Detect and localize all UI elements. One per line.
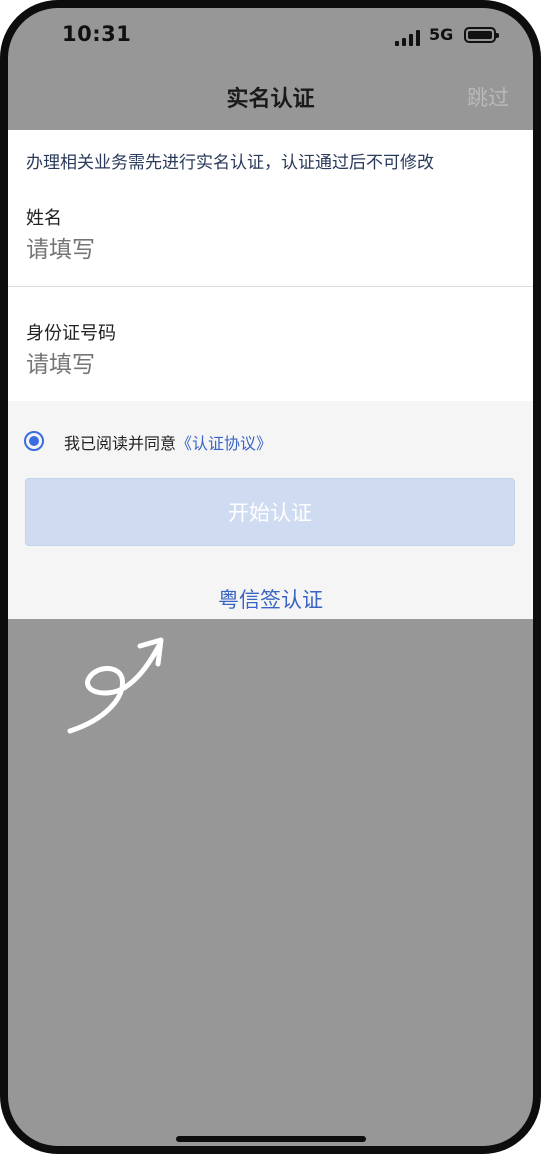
page-title: 实名认证: [226, 87, 315, 112]
identity-form: 办理相关业务需先进行实名认证，认证通过后不可修改 姓名 身份证号码: [8, 130, 533, 401]
agreement-label: 我已阅读并同意: [64, 434, 177, 453]
home-indicator[interactable]: [176, 1136, 366, 1142]
start-verification-button[interactable]: 开始认证: [25, 478, 515, 546]
skip-button[interactable]: 跳过: [467, 82, 509, 112]
agreement-text: 我已阅读并同意《认证协议》: [64, 430, 272, 454]
agreement-link[interactable]: 《认证协议》: [176, 434, 272, 453]
notice-text: 办理相关业务需先进行实名认证，认证通过后不可修改: [26, 153, 434, 173]
nav-bar: 实名认证 跳过: [8, 68, 533, 126]
signal-icon: [395, 30, 421, 46]
name-input[interactable]: [26, 236, 506, 263]
name-label: 姓名: [26, 208, 62, 229]
status-bar: 10:31 5G: [8, 8, 533, 63]
battery-icon: [464, 27, 499, 43]
yuexinqian-verification-link[interactable]: 粤信签认证: [8, 584, 533, 614]
id-number-input[interactable]: [26, 351, 506, 378]
phone-frame: 10:31 5G 实名认证 跳过 办理相关业务需先进行实名认证，认证通过后不可修…: [0, 0, 541, 1154]
swipe-gesture-icon: [67, 637, 164, 734]
action-area: 我已阅读并同意《认证协议》 开始认证 粤信签认证: [8, 401, 533, 619]
id-number-label: 身份证号码: [26, 323, 116, 344]
screen: 10:31 5G 实名认证 跳过 办理相关业务需先进行实名认证，认证通过后不可修…: [8, 8, 533, 1146]
field-divider: [8, 286, 533, 287]
agreement-radio[interactable]: [24, 431, 44, 451]
status-time: 10:31: [62, 22, 132, 46]
network-type: 5G: [429, 25, 454, 44]
